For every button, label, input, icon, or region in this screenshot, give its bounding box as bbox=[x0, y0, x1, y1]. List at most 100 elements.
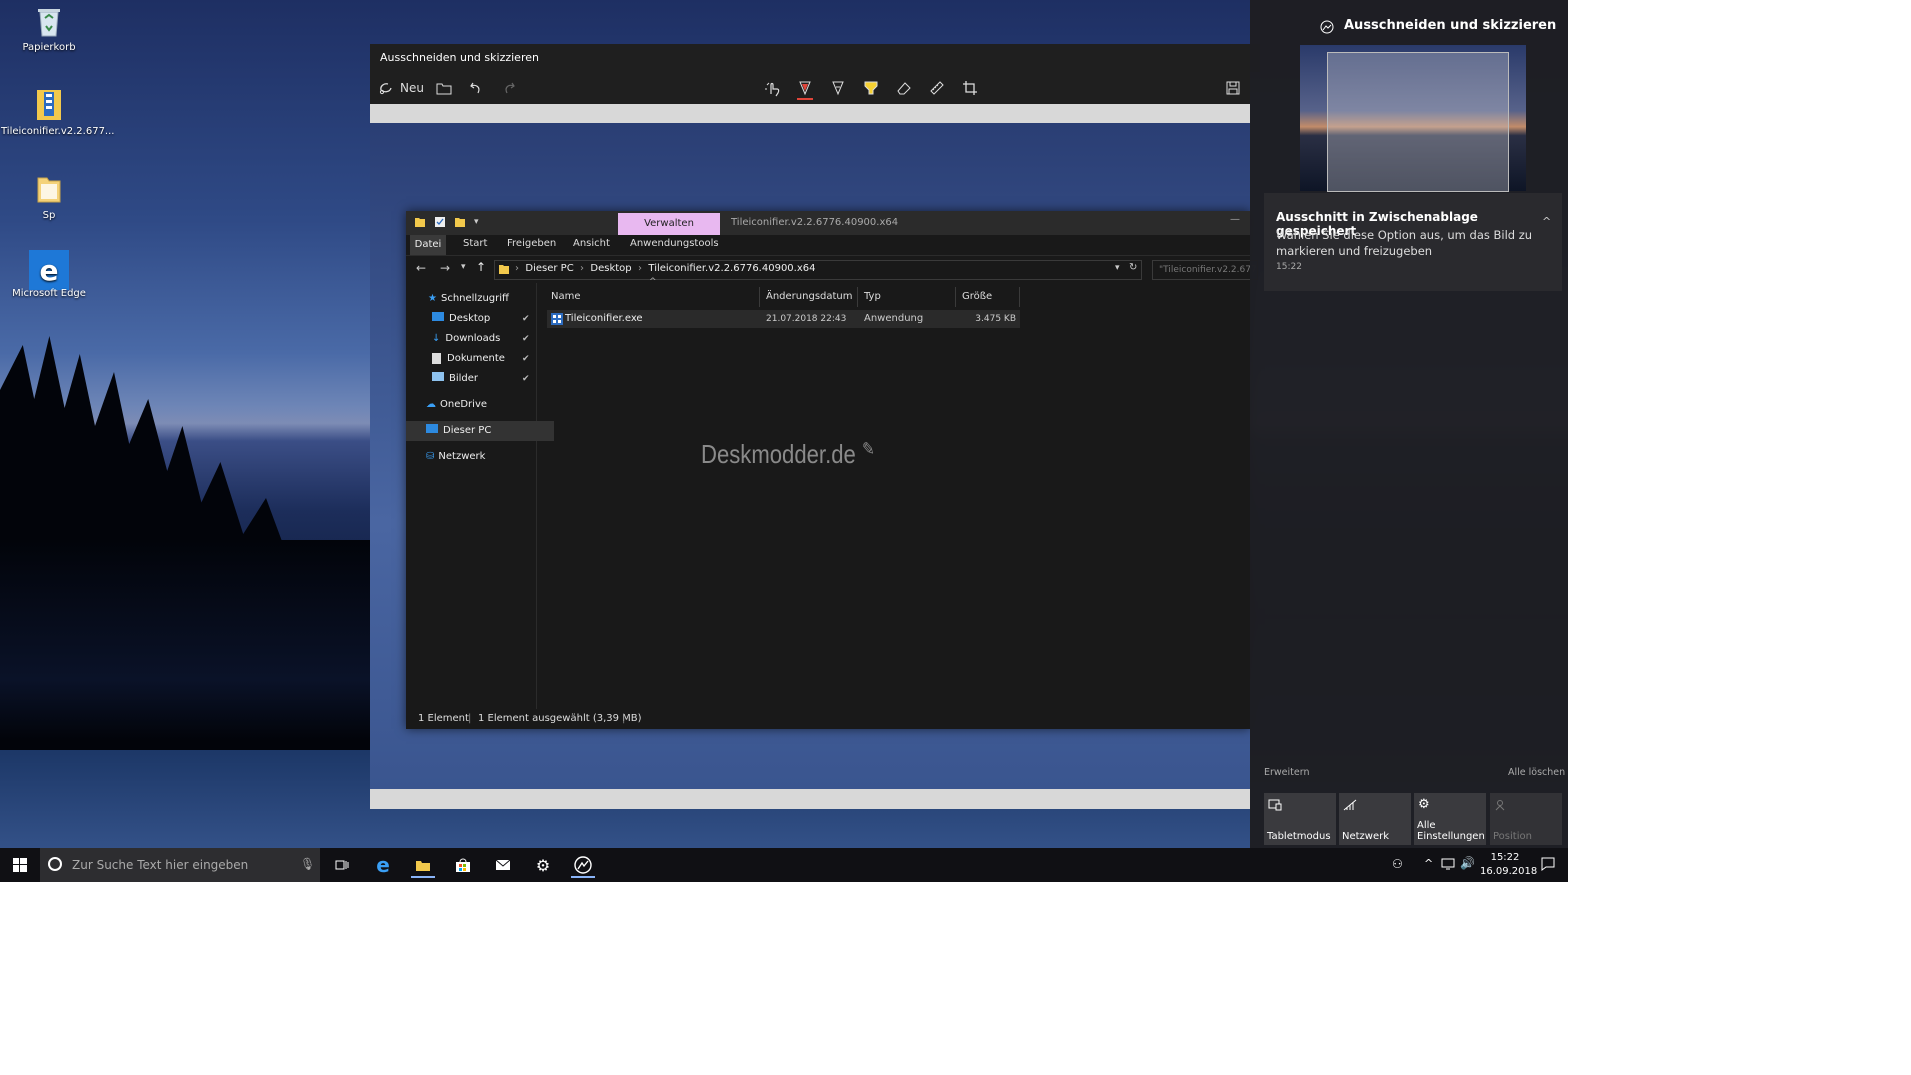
snip-toolbar: Neu bbox=[370, 72, 1250, 104]
table-row[interactable]: Tileiconifier.exe 21.07.2018 22:43 Anwen… bbox=[547, 310, 1020, 328]
nav-item-quick-access[interactable]: ★ Schnellzugriff bbox=[406, 289, 556, 309]
eraser-icon bbox=[896, 80, 912, 96]
snip-app-icon bbox=[1320, 20, 1334, 34]
address-bar[interactable]: › Dieser PC › Desktop › Tileiconifier.v2… bbox=[494, 260, 1142, 280]
up-button[interactable]: ↑ bbox=[476, 260, 486, 274]
touch-writing-icon bbox=[764, 79, 782, 97]
breadcrumb: › Dieser PC › Desktop › Tileiconifier.v2… bbox=[515, 263, 816, 274]
taskbar-edge[interactable]: e bbox=[371, 853, 395, 877]
task-view-button[interactable] bbox=[330, 854, 354, 876]
quick-action-network[interactable]: Netzwerk bbox=[1339, 793, 1411, 845]
expand-link[interactable]: Erweitern bbox=[1264, 767, 1310, 778]
eraser-button[interactable] bbox=[896, 78, 912, 98]
network-tray-icon[interactable] bbox=[1441, 858, 1455, 870]
breadcrumb-separator: › bbox=[515, 263, 523, 274]
quick-action-all-settings[interactable]: ⚙ Alle Einstellungen bbox=[1414, 793, 1486, 845]
taskbar-file-explorer[interactable] bbox=[411, 854, 435, 878]
taskbar-snip-sketch[interactable] bbox=[571, 854, 595, 878]
column-header-date[interactable]: Änderungsdatum bbox=[760, 287, 858, 307]
folder-icon bbox=[34, 172, 64, 206]
taskbar: Zur Suche Text hier eingeben 🎙 e ⚙ ⚇ ^ 🔊… bbox=[0, 848, 1568, 882]
ballpoint-pen-button[interactable] bbox=[797, 78, 813, 100]
desktop-icon-recycle-bin[interactable]: Papierkorb bbox=[1, 4, 97, 53]
highlighter-button[interactable] bbox=[863, 78, 879, 98]
microphone-icon[interactable]: 🎙 bbox=[300, 857, 315, 871]
pin-icon: ✔ bbox=[522, 374, 530, 384]
ruler-button[interactable] bbox=[929, 78, 945, 98]
breadcrumb-item[interactable]: Dieser PC bbox=[525, 263, 573, 274]
people-icon[interactable]: ⚇ bbox=[1392, 857, 1403, 871]
tab-datei[interactable]: Datei bbox=[410, 235, 446, 255]
action-center: Ausschneiden und skizzieren Ausschnitt i… bbox=[1250, 0, 1568, 848]
new-folder-icon[interactable] bbox=[454, 216, 466, 228]
thumbnail-window bbox=[1327, 52, 1509, 192]
desktop-icon-sp[interactable]: Sp bbox=[1, 172, 97, 221]
tab-ansicht[interactable]: Ansicht bbox=[573, 238, 610, 249]
breadcrumb-item[interactable]: Tileiconifier.v2.2.6776.40900.x64 bbox=[648, 263, 815, 274]
column-header-name[interactable]: Name bbox=[537, 287, 760, 307]
properties-icon[interactable] bbox=[434, 216, 446, 228]
file-size: 3.475 KB bbox=[975, 314, 1016, 324]
desktop-icon-edge[interactable]: e Microsoft Edge bbox=[1, 250, 97, 299]
taskbar-settings[interactable]: ⚙ bbox=[531, 854, 555, 876]
notification-card[interactable]: Ausschnitt in Zwischenablage gespeichert… bbox=[1264, 193, 1562, 291]
open-file-button[interactable] bbox=[436, 78, 452, 98]
mail-icon bbox=[495, 859, 511, 871]
save-icon bbox=[1226, 81, 1240, 95]
minimize-button[interactable]: — bbox=[1230, 214, 1240, 225]
volume-icon[interactable]: 🔊 bbox=[1460, 856, 1475, 870]
windows-logo-icon bbox=[13, 858, 27, 872]
nav-item-label: Downloads bbox=[445, 333, 501, 344]
folder-icon bbox=[415, 859, 431, 872]
file-explorer-window: ▾ Verwalten Tileiconifier.v2.2.6776.4090… bbox=[406, 211, 1258, 729]
quick-action-label: Alle Einstellungen bbox=[1417, 820, 1485, 842]
tab-anwendungstools[interactable]: Anwendungstools bbox=[630, 238, 719, 249]
quick-action-location[interactable]: Position bbox=[1490, 793, 1562, 845]
recent-locations-button[interactable]: ▾ bbox=[461, 262, 466, 272]
captured-screenshot: ▾ Verwalten Tileiconifier.v2.2.6776.4090… bbox=[370, 123, 1258, 789]
column-header-size[interactable]: Größe bbox=[956, 287, 1020, 307]
nav-item-label: Schnellzugriff bbox=[440, 293, 509, 304]
file-name: Tileiconifier.exe bbox=[565, 313, 643, 324]
search-input[interactable]: "Tileiconifier.v2.2.677 bbox=[1152, 260, 1258, 280]
taskbar-mail[interactable] bbox=[491, 854, 515, 876]
new-snip-button[interactable]: Neu bbox=[378, 78, 424, 98]
refresh-button[interactable]: ↻ bbox=[1129, 262, 1137, 273]
cloud-icon: ☁ bbox=[426, 399, 436, 410]
tab-freigeben[interactable]: Freigeben bbox=[507, 238, 556, 249]
quick-action-tablet-mode[interactable]: Tabletmodus bbox=[1264, 793, 1336, 845]
back-button[interactable]: ← bbox=[416, 261, 426, 275]
undo-button[interactable] bbox=[469, 78, 483, 98]
start-button[interactable] bbox=[8, 854, 32, 876]
snip-sketch-icon bbox=[574, 856, 592, 874]
clear-all-link[interactable]: Alle löschen bbox=[1508, 767, 1565, 778]
address-dropdown-button[interactable]: ▾ bbox=[1115, 263, 1120, 273]
nav-item-onedrive[interactable]: ☁ OneDrive bbox=[406, 395, 554, 415]
desktop-icon-tileiconifier[interactable]: Tileiconifier.v2.2.677... bbox=[1, 88, 114, 137]
tab-verwalten[interactable]: Verwalten bbox=[618, 213, 720, 235]
clock[interactable]: 15:22 16.09.2018 bbox=[1480, 851, 1537, 879]
crop-button[interactable] bbox=[962, 78, 978, 98]
chevron-up-icon[interactable]: ^ bbox=[1542, 215, 1551, 228]
taskbar-search-box[interactable]: Zur Suche Text hier eingeben 🎙 bbox=[40, 848, 320, 882]
action-center-icon[interactable] bbox=[1541, 857, 1555, 871]
breadcrumb-item[interactable]: Desktop bbox=[590, 263, 631, 274]
snip-canvas[interactable]: ▾ Verwalten Tileiconifier.v2.2.6776.4090… bbox=[370, 104, 1258, 809]
chevron-down-icon[interactable]: ▾ bbox=[474, 216, 479, 228]
snip-thumbnail[interactable] bbox=[1300, 45, 1526, 192]
redo-button[interactable] bbox=[502, 78, 516, 98]
forward-button[interactable]: → bbox=[440, 261, 450, 275]
taskbar-store[interactable] bbox=[451, 854, 475, 876]
touch-writing-button[interactable] bbox=[764, 78, 782, 98]
column-header-type[interactable]: Typ bbox=[858, 287, 956, 307]
nav-item-network[interactable]: ⛁ Netzwerk bbox=[406, 447, 554, 467]
tab-start[interactable]: Start bbox=[463, 238, 487, 249]
chevron-up-icon[interactable]: ^ bbox=[1424, 857, 1433, 870]
nav-item-this-pc[interactable]: Dieser PC bbox=[406, 421, 554, 441]
location-icon bbox=[1494, 799, 1506, 811]
notification-body: Wählen Sie diese Option aus, um das Bild… bbox=[1276, 228, 1533, 258]
save-button[interactable] bbox=[1226, 78, 1240, 98]
pencil-button[interactable] bbox=[830, 78, 846, 98]
sort-indicator-icon: ^ bbox=[649, 277, 657, 287]
cortana-icon bbox=[48, 857, 62, 871]
